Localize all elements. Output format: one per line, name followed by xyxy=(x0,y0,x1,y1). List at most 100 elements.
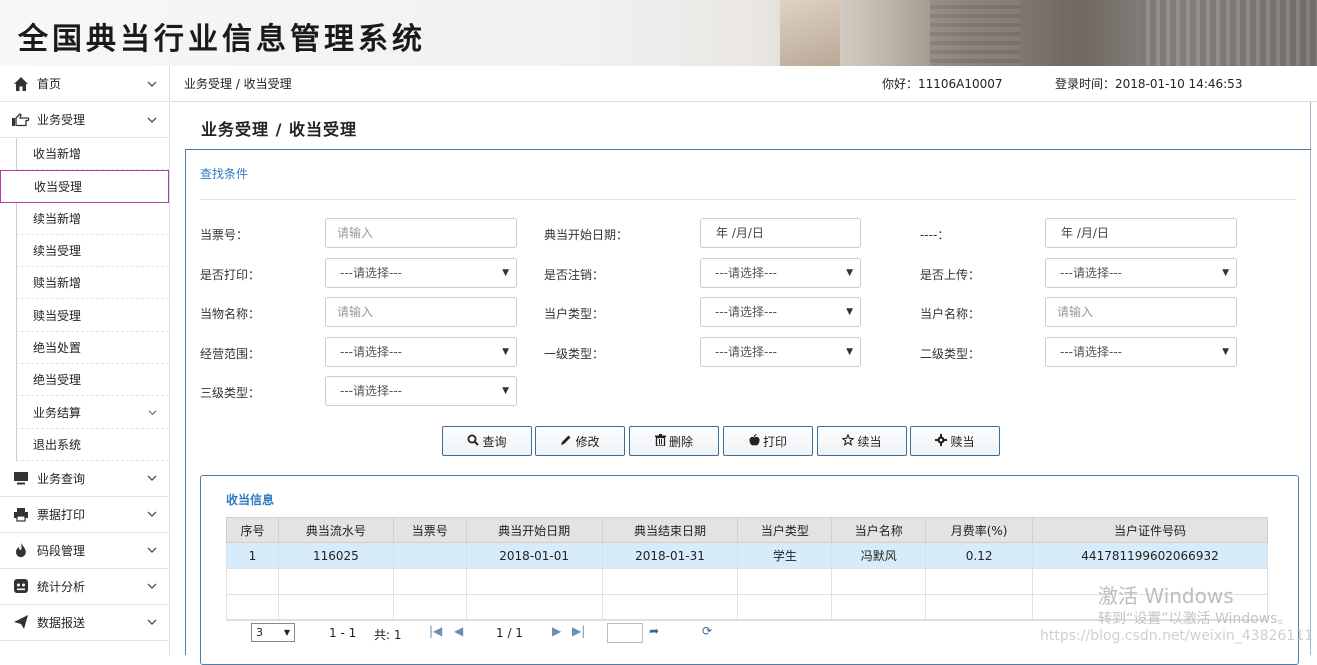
home-icon xyxy=(12,75,30,93)
uploaded-select[interactable]: ---请选择--- ▼ xyxy=(1045,258,1237,288)
sidebar-item-label: 统计分析 xyxy=(37,579,86,594)
caret-down-icon: ▼ xyxy=(283,628,290,637)
sidebar-item-print[interactable]: 票据打印 xyxy=(0,497,169,533)
next-page-icon[interactable]: ▶ xyxy=(552,624,561,638)
sidebar-subitem-label: 绝当处置 xyxy=(33,340,82,355)
item-name-input[interactable] xyxy=(325,297,517,327)
sidebar-item-business[interactable]: 业务受理 xyxy=(0,102,169,138)
level3-select[interactable]: ---请选择--- ▼ xyxy=(325,376,517,406)
caret-down-icon: ▼ xyxy=(846,268,853,278)
select-value: ---请选择--- xyxy=(340,345,402,359)
column-header[interactable]: 当户类型 xyxy=(737,517,833,543)
chevron-down-icon xyxy=(147,507,157,521)
sidebar-subitem-forfeit-accept[interactable]: 绝当受理 xyxy=(16,364,169,397)
sidebar-subitem-label: 收当受理 xyxy=(34,179,83,194)
results-title: 收当信息 xyxy=(226,493,275,507)
user-greeting: 你好：11106A10007 xyxy=(882,77,1003,91)
sidebar-subitem-renew-accept[interactable]: 续当受理 xyxy=(16,234,169,268)
sidebar-subitem-label: 续当新增 xyxy=(33,211,82,226)
customer-name-input[interactable] xyxy=(1045,297,1237,327)
caret-down-icon: ▼ xyxy=(1222,347,1229,357)
button-label: 赎当 xyxy=(950,434,975,449)
printed-label: 是否打印： xyxy=(200,268,261,282)
level1-select[interactable]: ---请选择--- ▼ xyxy=(700,337,861,367)
sidebar-item-query[interactable]: 业务查询 xyxy=(0,461,169,497)
select-value: ---请选择--- xyxy=(340,384,402,398)
start-date-label: 典当开始日期： xyxy=(544,228,629,242)
select-value: ---请选择--- xyxy=(715,305,777,319)
sidebar-item-code[interactable]: 码段管理 xyxy=(0,533,169,569)
total-count: 共: 1 xyxy=(374,628,402,642)
table-cell: 1 xyxy=(226,542,279,569)
caret-down-icon: ▼ xyxy=(1222,268,1229,278)
sidebar-item-stats[interactable]: 统计分析 xyxy=(0,569,169,605)
start-date-input[interactable]: 年 /月/日 xyxy=(700,218,861,248)
caret-down-icon: ▼ xyxy=(846,347,853,357)
select-value: ---请选择--- xyxy=(1060,345,1122,359)
caret-down-icon: ▼ xyxy=(502,268,509,278)
monitor-icon xyxy=(12,469,30,487)
sidebar-item-label: 首页 xyxy=(37,77,62,91)
sidebar-subitem-logout[interactable]: 退出系统 xyxy=(16,428,169,461)
sidebar-item-home[interactable]: 首页 xyxy=(0,66,169,102)
trash-icon xyxy=(654,433,666,449)
table-cell: 0.12 xyxy=(925,542,1034,569)
ticket-no-input[interactable] xyxy=(325,218,517,248)
query-button[interactable]: 查询 xyxy=(442,426,532,456)
chevron-down-icon xyxy=(147,77,157,91)
print-button[interactable]: 打印 xyxy=(723,426,813,456)
level2-select[interactable]: ---请选择--- ▼ xyxy=(1045,337,1237,367)
sidebar-subitem-settlement[interactable]: 业务结算 xyxy=(16,396,169,429)
customer-type-select[interactable]: ---请选择--- ▼ xyxy=(700,297,861,327)
renew-button[interactable]: 续当 xyxy=(817,426,907,456)
level1-label: 一级类型： xyxy=(544,347,605,361)
column-header[interactable]: 当户证件号码 xyxy=(1032,517,1268,543)
sidebar-subitem-renew-add[interactable]: 续当新增 xyxy=(16,202,169,235)
select-value: ---请选择--- xyxy=(715,266,777,280)
scope-select[interactable]: ---请选择--- ▼ xyxy=(325,337,517,367)
sidebar-subitem-label: 绝当受理 xyxy=(33,373,82,388)
chevron-down-icon xyxy=(147,113,157,127)
table-row[interactable]: 1 116025 2018-01-01 2018-01-31 学生 冯默风 0.… xyxy=(226,542,1268,569)
top-bar: 业务受理 / 收当受理 你好：11106A10007 登录时间：2018-01-… xyxy=(171,66,1317,102)
column-header[interactable]: 典当结束日期 xyxy=(601,517,739,543)
page-range: 1 - 1 xyxy=(329,626,357,640)
blog-watermark: https://blog.csdn.net/weixin_43826111 xyxy=(1040,628,1314,644)
column-header[interactable]: 当票号 xyxy=(392,517,467,543)
select-value: ---请选择--- xyxy=(715,345,777,359)
sidebar-subitem-redeem-accept[interactable]: 赎当受理 xyxy=(16,299,169,332)
column-header[interactable]: 当户名称 xyxy=(831,517,927,543)
sidebar-item-report[interactable]: 数据报送 xyxy=(0,605,169,641)
sidebar-subitem-pawn-add[interactable]: 收当新增 xyxy=(16,138,169,171)
last-page-icon[interactable]: ▶| xyxy=(572,624,585,638)
caret-down-icon: ▼ xyxy=(502,347,509,357)
delete-button[interactable]: 删除 xyxy=(629,426,719,456)
page-size-select[interactable]: 3 ▼ xyxy=(251,623,295,642)
column-header[interactable]: 典当流水号 xyxy=(277,517,394,543)
banner-decoration xyxy=(780,0,840,66)
refresh-icon[interactable]: ⟳ xyxy=(702,624,712,638)
column-header[interactable]: 月费率(%) xyxy=(925,517,1034,543)
login-time: 登录时间：2018-01-10 14:46:53 xyxy=(1055,77,1243,91)
uploaded-label: 是否上传： xyxy=(920,268,981,282)
cancelled-select[interactable]: ---请选择--- ▼ xyxy=(700,258,861,288)
redeem-button[interactable]: 赎当 xyxy=(910,426,1000,456)
page-indicator: 1 / 1 xyxy=(496,626,523,640)
page-jump-input[interactable] xyxy=(607,623,643,643)
scope-label: 经营范围： xyxy=(200,347,261,361)
column-header[interactable]: 典当开始日期 xyxy=(465,517,603,543)
end-date-input[interactable]: 年 /月/日 xyxy=(1045,218,1237,248)
edit-button[interactable]: 修改 xyxy=(535,426,625,456)
sidebar-subitem-pawn-accept[interactable]: 收当受理 xyxy=(0,170,169,203)
printed-select[interactable]: ---请选择--- ▼ xyxy=(325,258,517,288)
chevron-down-icon xyxy=(148,405,157,419)
select-value: ---请选择--- xyxy=(1060,266,1122,280)
go-arrow-icon[interactable]: ➦ xyxy=(649,624,659,638)
column-header[interactable]: 序号 xyxy=(226,517,279,543)
header-banner: 全国典当行业信息管理系统 xyxy=(0,0,1317,66)
prev-page-icon[interactable]: ◀ xyxy=(454,624,463,638)
fire-icon xyxy=(12,541,30,559)
sidebar-subitem-redeem-add[interactable]: 赎当新增 xyxy=(16,267,169,300)
sidebar-subitem-forfeit-dispose[interactable]: 绝当处置 xyxy=(16,331,169,365)
first-page-icon[interactable]: |◀ xyxy=(429,624,442,638)
